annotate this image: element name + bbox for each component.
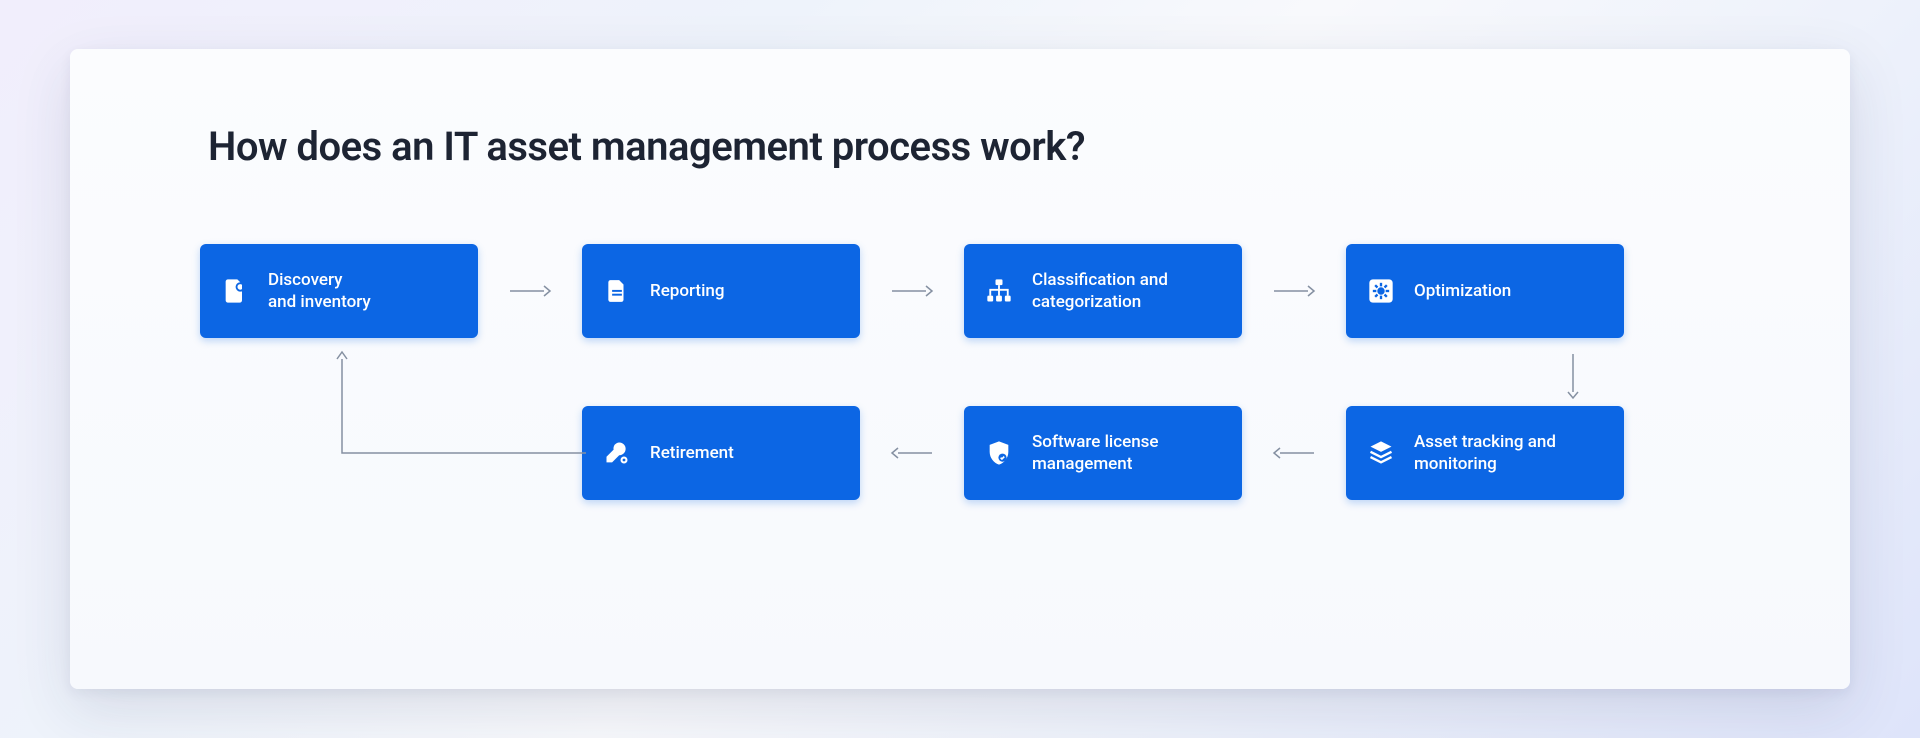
arrow-down-icon (1565, 352, 1581, 400)
diagram-card: How does an IT asset management process … (70, 49, 1850, 689)
flow-row-top: Discoveryand inventory Reporting Classif… (200, 244, 1720, 338)
step-label: Reporting (650, 280, 725, 302)
step-reporting: Reporting (582, 244, 860, 338)
step-discovery: Discoveryand inventory (200, 244, 478, 338)
step-optimization: Optimization (1346, 244, 1624, 338)
arrow-left-icon (890, 445, 934, 461)
layers-icon (1366, 438, 1396, 468)
arrow-right-icon (508, 283, 552, 299)
step-label: Asset tracking and monitoring (1414, 431, 1604, 475)
step-label: Optimization (1414, 280, 1511, 302)
hierarchy-icon (984, 276, 1014, 306)
step-classification: Classification and categorization (964, 244, 1242, 338)
step-label: Software license management (1032, 431, 1222, 475)
step-label: Discoveryand inventory (268, 269, 371, 313)
document-icon (602, 276, 632, 306)
step-tracking: Asset tracking and monitoring (1346, 406, 1624, 500)
wrench-gear-icon (602, 438, 632, 468)
step-license: Software license management (964, 406, 1242, 500)
arrow-right-icon (890, 283, 934, 299)
arrow-loopback-icon (340, 349, 588, 457)
arrow-right-icon (1272, 283, 1316, 299)
gear-box-icon (1366, 276, 1396, 306)
step-label: Retirement (650, 442, 734, 464)
shield-icon (984, 438, 1014, 468)
step-retirement: Retirement (582, 406, 860, 500)
step-label: Classification and categorization (1032, 269, 1222, 313)
diagram-title: How does an IT asset management process … (208, 123, 1720, 170)
flow-area: Discoveryand inventory Reporting Classif… (200, 244, 1720, 584)
search-doc-icon (220, 276, 250, 306)
arrow-left-icon (1272, 445, 1316, 461)
